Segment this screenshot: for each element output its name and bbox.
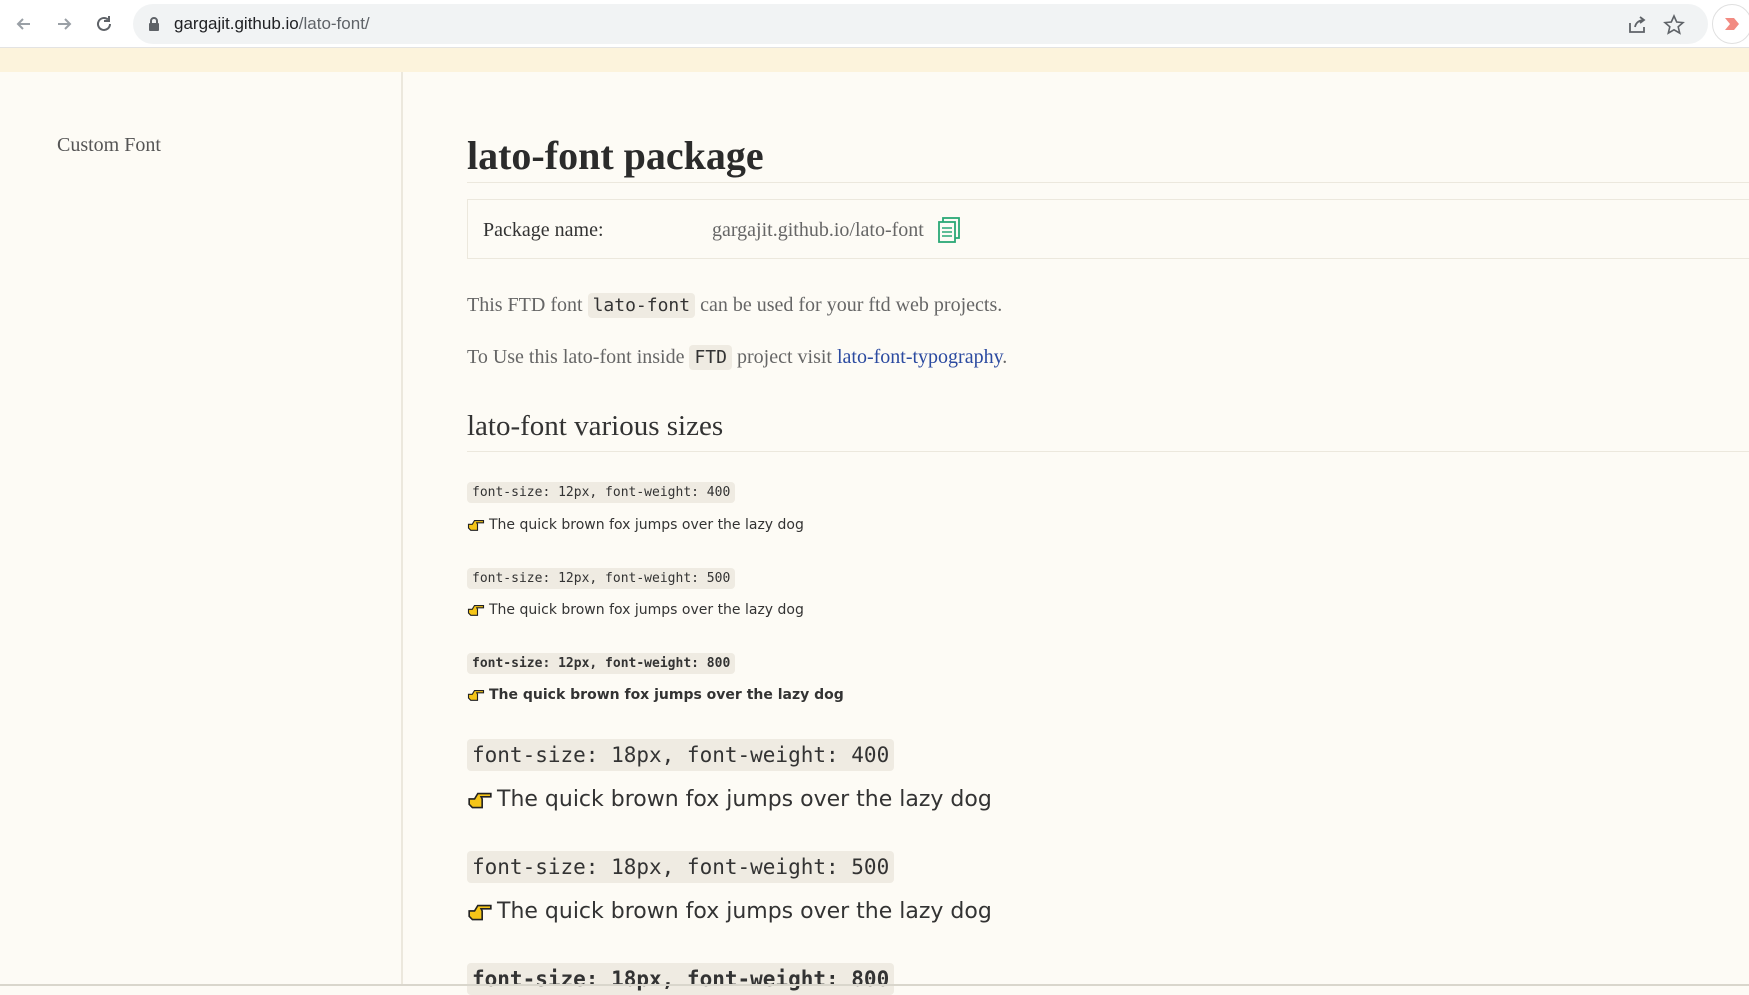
typography-link[interactable]: lato-font-typography [837, 346, 1002, 368]
para2-text-middle: project visit [731, 346, 837, 368]
extension-button[interactable] [1712, 4, 1749, 44]
title-divider [467, 182, 1749, 183]
main-content: lato-font package Package name: gargajit… [467, 72, 1749, 995]
description-paragraph: This FTD font lato-font can be used for … [467, 293, 1003, 318]
browser-toolbar: gargajit.github.io/lato-font/ [0, 0, 1749, 48]
arrow-right-icon [58, 18, 72, 30]
sample-text-content: The quick brown fox jumps over the lazy … [489, 602, 804, 618]
page-title: lato-font package [467, 133, 764, 178]
back-button[interactable] [10, 10, 38, 38]
usage-paragraph: To Use this lato-font inside FTD project… [467, 345, 1008, 370]
sidebar-title[interactable]: Custom Font [57, 134, 161, 157]
para2-text-before: To Use this lato-font inside [467, 346, 690, 368]
address-bar[interactable]: gargajit.github.io/lato-font/ [133, 4, 1708, 44]
spec-label: font-size: 12px, font-weight: 800 [467, 653, 736, 674]
copy-icon[interactable] [937, 217, 961, 243]
para1-text-before: This FTD font [467, 294, 588, 316]
pointing-hand-icon [468, 904, 492, 920]
share-icon[interactable] [1626, 14, 1648, 36]
inline-code-ftd: FTD [689, 345, 732, 370]
sample-text-content: The quick brown fox jumps over the lazy … [497, 787, 992, 812]
lock-icon [149, 17, 159, 31]
sample-text-content: The quick brown fox jumps over the lazy … [489, 687, 844, 703]
spec-label: font-size: 12px, font-weight: 500 [467, 568, 736, 589]
info-banner [0, 48, 1749, 72]
url-host: gargajit.github.io [174, 14, 299, 33]
extension-icon [1725, 18, 1739, 30]
pointing-hand-icon [468, 792, 492, 808]
reload-button[interactable] [90, 10, 118, 38]
pointing-hand-icon [467, 689, 485, 701]
sidebar: Custom Font [0, 72, 403, 986]
sizes-divider [467, 451, 1749, 452]
url-path: /lato-font/ [298, 14, 370, 33]
sample-text: The quick brown fox jumps over the lazy … [467, 687, 844, 703]
forward-button[interactable] [50, 10, 78, 38]
spec-label: font-size: 18px, font-weight: 400 [467, 739, 895, 771]
package-name-label: Package name: [483, 219, 604, 241]
pointing-hand-icon [467, 604, 485, 616]
sample-text: The quick brown fox jumps over the lazy … [467, 787, 992, 812]
pointing-hand-icon [467, 519, 485, 531]
url-text[interactable]: gargajit.github.io/lato-font/ [174, 14, 370, 34]
arrow-left-icon [16, 18, 30, 30]
package-name-value: gargajit.github.io/lato-font [712, 219, 924, 241]
package-info-box: Package name: gargajit.github.io/lato-fo… [467, 199, 1749, 259]
sample-text: The quick brown fox jumps over the lazy … [467, 517, 804, 533]
bookmark-star-icon[interactable] [1663, 14, 1685, 36]
sample-text: The quick brown fox jumps over the lazy … [467, 899, 992, 924]
inline-code-lato-font: lato-font [587, 293, 696, 318]
spec-label: font-size: 12px, font-weight: 400 [467, 482, 736, 503]
sample-text-content: The quick brown fox jumps over the lazy … [497, 899, 992, 924]
reload-icon [97, 16, 111, 31]
sample-text: The quick brown fox jumps over the lazy … [467, 602, 804, 618]
para2-text-after: . [1002, 346, 1008, 368]
spec-label: font-size: 18px, font-weight: 500 [467, 851, 895, 883]
para1-text-after: can be used for your ftd web projects. [695, 294, 1003, 316]
spec-label: font-size: 18px, font-weight: 800 [467, 963, 895, 995]
sizes-heading: lato-font various sizes [467, 410, 724, 442]
sample-text-content: The quick brown fox jumps over the lazy … [489, 517, 804, 533]
